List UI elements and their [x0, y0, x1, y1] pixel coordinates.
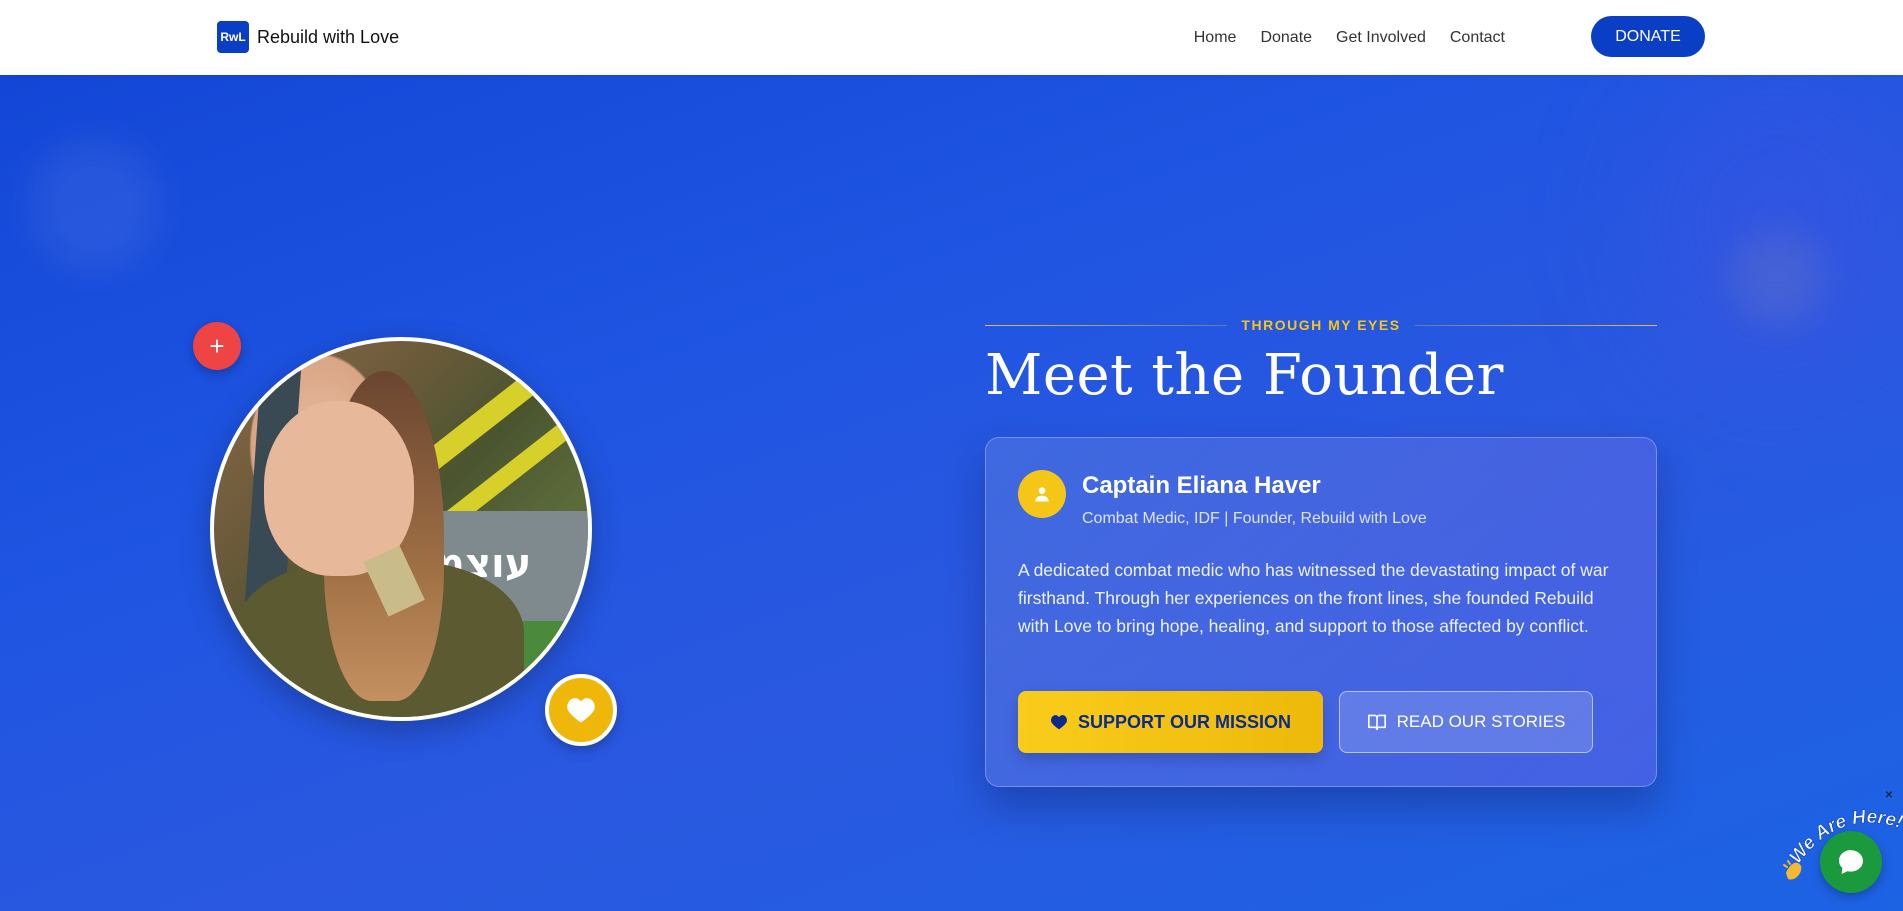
heart-icon — [1050, 715, 1067, 730]
wave-hand-icon — [1783, 860, 1802, 880]
read-stories-button[interactable]: READ OUR STORIES — [1339, 691, 1593, 753]
section-eyebrow: THROUGH MY EYES — [985, 315, 1657, 335]
plus-icon: + — [209, 330, 225, 361]
user-icon — [1035, 487, 1049, 502]
brand-logo[interactable]: RwL — [217, 21, 249, 53]
plus-badge: + — [193, 322, 241, 370]
nav-donate-button[interactable]: DONATE — [1591, 16, 1705, 57]
support-mission-button[interactable]: SUPPORT OUR MISSION — [1018, 691, 1323, 753]
nav-link-get-involved[interactable]: Get Involved — [1336, 29, 1426, 47]
brand[interactable]: RwL Rebuild with Love — [217, 21, 399, 53]
top-navbar: RwL Rebuild with Love Home Donate Get In… — [0, 0, 1903, 75]
eyebrow-line-right — [1414, 324, 1657, 326]
eyebrow-text: THROUGH MY EYES — [1241, 317, 1401, 333]
heart-badge — [545, 674, 617, 746]
nav-link-donate[interactable]: Donate — [1260, 29, 1312, 47]
eyebrow-line-left — [985, 324, 1228, 326]
founder-avatar — [1018, 470, 1066, 518]
founder-bio: A dedicated combat medic who has witness… — [1018, 560, 1609, 636]
brand-name[interactable]: Rebuild with Love — [257, 27, 399, 48]
heart-icon — [567, 698, 595, 723]
chat-close-button[interactable]: × — [1882, 787, 1896, 801]
founder-card: Captain Eliana Haver Combat Medic, IDF |… — [985, 437, 1657, 787]
nav-link-home[interactable]: Home — [1194, 29, 1237, 47]
decorative-glow — [30, 140, 160, 270]
nav-link-contact[interactable]: Contact — [1450, 29, 1505, 47]
nav-links: Home Donate Get Involved Contact — [1194, 0, 1505, 75]
chat-open-button[interactable] — [1820, 831, 1882, 893]
chat-icon — [1839, 850, 1863, 874]
founder-hero-section: עוצמ + THROUGH MY EYES Meet the Founder … — [0, 75, 1903, 911]
decorative-glow — [1650, 75, 1903, 375]
founder-photo: עוצמ — [210, 337, 592, 721]
founder-name: Captain Eliana Haver — [1082, 472, 1321, 499]
read-stories-label: READ OUR STORIES — [1396, 712, 1566, 731]
support-mission-label: SUPPORT OUR MISSION — [1077, 711, 1292, 732]
book-icon — [1367, 714, 1386, 731]
founder-role: Combat Medic, IDF | Founder, Rebuild wit… — [1082, 510, 1427, 527]
section-title: Meet the Founder — [985, 343, 1504, 408]
decorative-glow — [1730, 230, 1825, 325]
